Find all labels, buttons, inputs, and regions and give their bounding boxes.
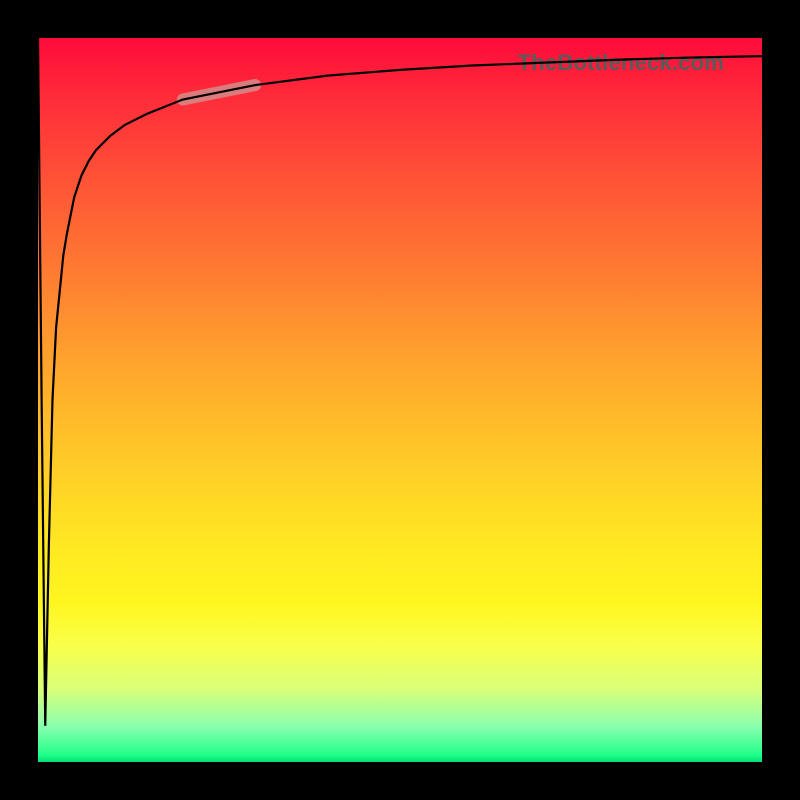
chart-frame: TheBottleneck.com (0, 0, 800, 800)
attribution-text: TheBottleneck.com (518, 50, 724, 76)
curve-layer (38, 38, 762, 762)
plot-area: TheBottleneck.com (38, 38, 762, 762)
curve-highlight-segment (183, 85, 255, 99)
bottleneck-curve (38, 38, 762, 726)
